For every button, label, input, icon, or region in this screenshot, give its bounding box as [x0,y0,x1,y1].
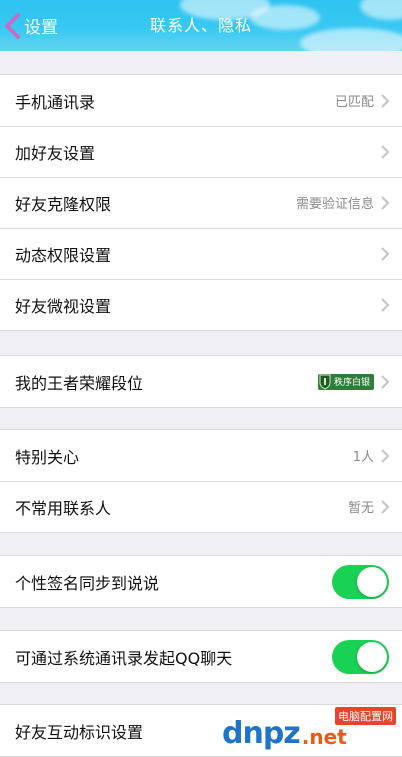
row-phone-contacts[interactable]: 手机通讯录 已匹配 [0,75,402,126]
row-value: 已匹配 [334,95,374,110]
row-friend-clone-permission[interactable]: 好友克隆权限 需要验证信息 [0,177,402,228]
row-label: 特别关心 [15,447,80,467]
row-label: 可通过系统通讯录发起QQ聊天 [15,648,233,668]
row-value: 1人 [352,450,374,465]
chevron-right-icon [381,374,390,389]
watermark-suffix: .net [301,725,347,749]
row-label: 好友微视设置 [15,296,112,316]
settings-group-signature-sync: 个性签名同步到说说 [0,555,402,608]
chevron-right-icon [381,93,390,108]
system-contacts-chat-toggle[interactable] [332,640,389,674]
rank-badge: 秩序白银 [317,373,374,390]
rank-shield-icon [319,374,331,390]
toggle-knob [357,567,387,597]
chevron-right-icon [381,297,390,312]
row-infrequent-contacts[interactable]: 不常用联系人 暂无 [0,481,402,532]
settings-group-contacts: 手机通讯录 已匹配 加好友设置 好友克隆权限 需要验证信息 动态权限设置 好友微… [0,74,402,331]
row-value: 需要验证信息 [295,197,374,212]
toggle-knob [357,642,387,672]
row-label: 加好友设置 [15,143,96,163]
watermark-text: dnpz [222,716,301,751]
row-friend-weishi-settings[interactable]: 好友微视设置 [0,279,402,330]
row-honor-of-kings-rank[interactable]: 我的王者荣耀段位 秩序白银 [0,356,402,407]
row-value: 暂无 [347,501,374,516]
chevron-right-icon [381,195,390,210]
row-label: 我的王者荣耀段位 [15,373,144,393]
settings-group-special: 特别关心 1人 不常用联系人 暂无 [0,429,402,533]
row-special-care[interactable]: 特别关心 1人 [0,430,402,481]
row-label: 动态权限设置 [15,245,112,265]
signature-sync-toggle[interactable] [332,565,389,599]
row-moments-permission[interactable]: 动态权限设置 [0,228,402,279]
row-label: 好友克隆权限 [15,194,112,214]
page-title: 联系人、隐私 [149,16,252,35]
chevron-right-icon [381,448,390,463]
row-label: 个性签名同步到说说 [15,573,160,593]
row-label: 好友互动标识设置 [15,722,144,742]
row-label: 不常用联系人 [15,498,112,518]
watermark-brand: 电脑配置网 [335,707,396,725]
settings-group-game-rank: 我的王者荣耀段位 秩序白银 [0,355,402,408]
row-label: 手机通讯录 [15,92,96,112]
row-system-contacts-chat: 可通过系统通讯录发起QQ聊天 [0,631,402,682]
row-add-friend-settings[interactable]: 加好友设置 [0,126,402,177]
row-signature-sync: 个性签名同步到说说 [0,556,402,607]
rank-badge-text: 秩序白银 [333,378,370,388]
chevron-right-icon [381,246,390,261]
site-watermark: dnpz .net 电脑配置网 [222,705,400,749]
nav-bar: 设置 联系人、隐私 [0,0,402,51]
chevron-right-icon [381,144,390,159]
chevron-right-icon [381,499,390,514]
settings-group-system-contacts-chat: 可通过系统通讯录发起QQ聊天 [0,630,402,683]
